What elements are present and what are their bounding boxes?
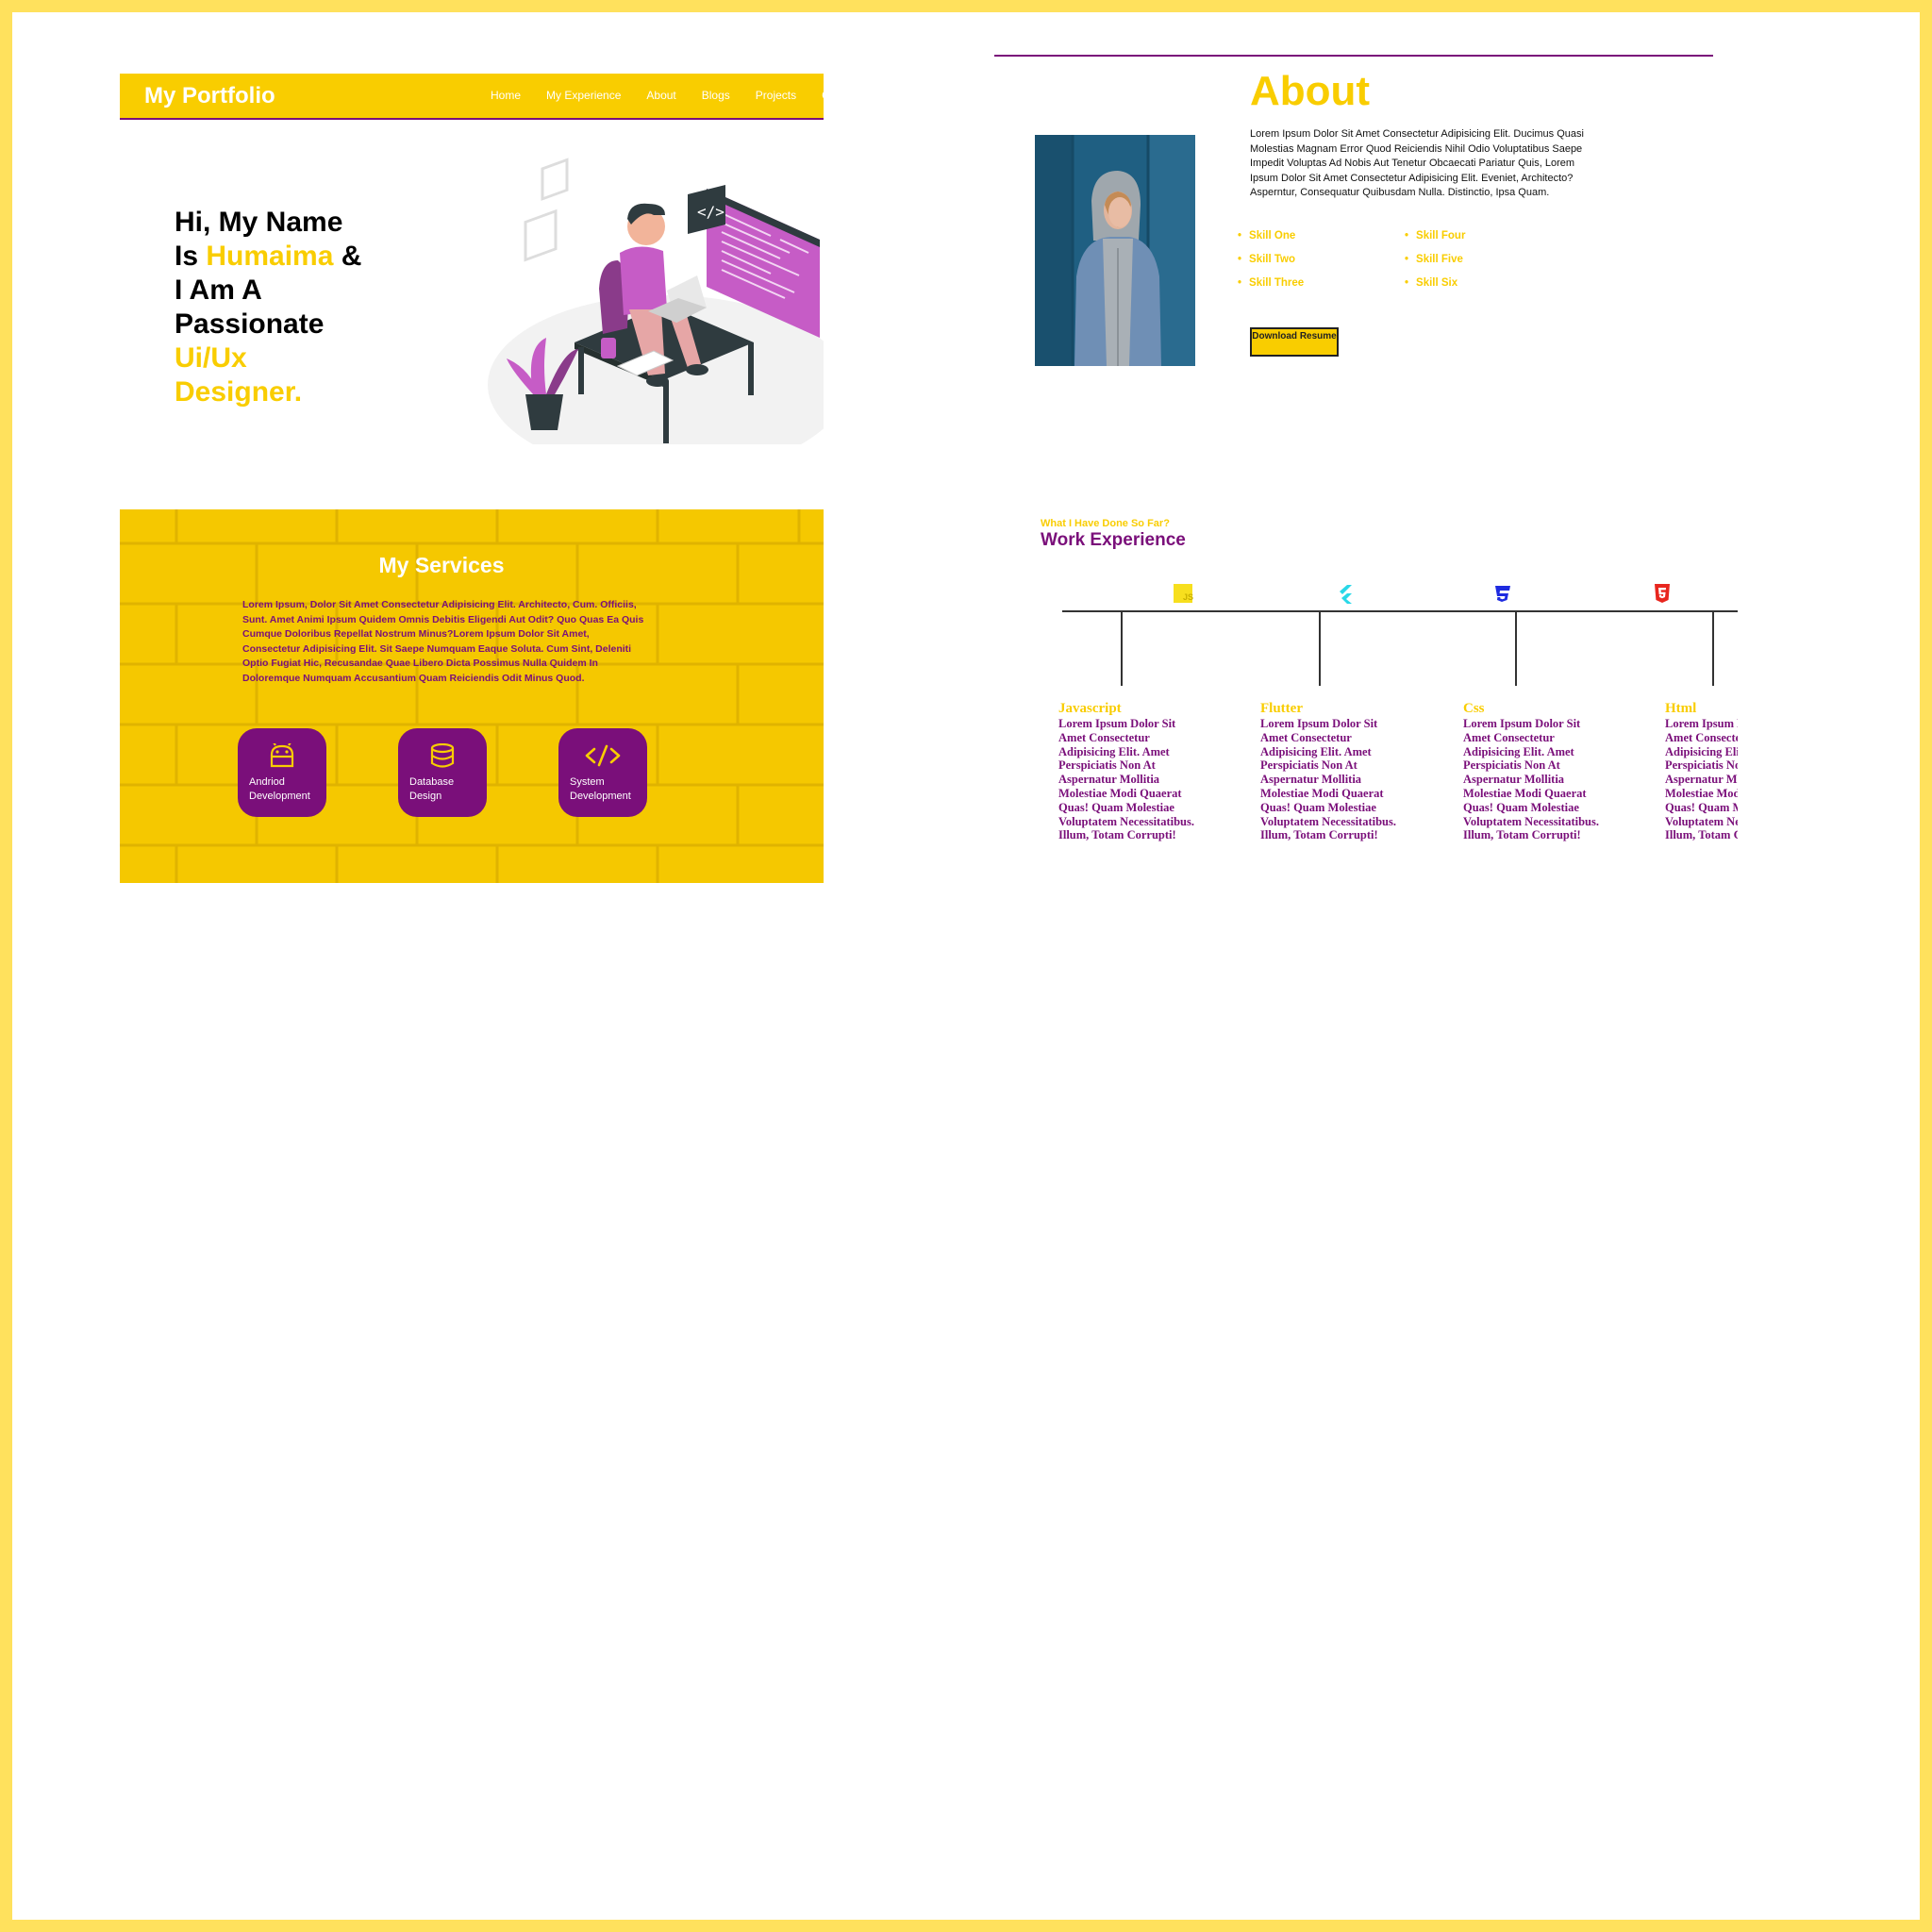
- nav-blogs[interactable]: Blogs: [702, 89, 730, 102]
- nav-contact[interactable]: Co: [822, 89, 824, 102]
- navbar: My Portfolio Home My Experience About Bl…: [120, 74, 824, 120]
- timeline-line: [1062, 610, 1738, 612]
- logo[interactable]: My Portfolio: [144, 83, 275, 109]
- services-panel: My Services Lorem Ipsum, Dolor Sit Amet …: [120, 509, 824, 883]
- work-title: Work Experience: [1041, 530, 1186, 550]
- experience-item-javascript: Javascript Lorem Ipsum Dolor Sit Amet Co…: [1058, 700, 1200, 843]
- timeline-connector: [1121, 612, 1123, 686]
- hero-heading: Hi, My Name Is Humaima & I Am A Passiona…: [175, 206, 439, 409]
- skill-item: Skill One: [1238, 230, 1295, 242]
- about-panel: About Lorem Ipsum Dolor Sit Amet Consect…: [994, 55, 1713, 394]
- skill-item: Skill Four: [1405, 230, 1465, 242]
- hero-role-2: Designer.: [175, 376, 303, 408]
- work-subtitle: What I Have Done So Far?: [1041, 518, 1170, 529]
- css3-icon: [1495, 586, 1510, 602]
- code-icon: [585, 744, 621, 767]
- service-card-system[interactable]: System Development: [558, 728, 647, 817]
- timeline-connector: [1515, 612, 1517, 686]
- android-icon: [270, 743, 294, 768]
- svg-text:</>: </>: [697, 203, 724, 221]
- hero-line-2-suffix: &: [333, 241, 362, 272]
- experience-text: Lorem Ipsum Dolor Sit Amet Consectetur A…: [1463, 717, 1599, 842]
- hero-line-2-prefix: Is: [175, 241, 207, 272]
- experience-title: Html: [1665, 701, 1697, 716]
- hero-line-2: Is Humaima &: [175, 240, 439, 274]
- svg-text:JS: JS: [1183, 592, 1193, 602]
- nav-home[interactable]: Home: [491, 89, 521, 102]
- skill-item: Skill Three: [1238, 277, 1304, 289]
- nav-my-experience[interactable]: My Experience: [546, 89, 621, 102]
- hero-name: Humaima: [206, 241, 334, 272]
- services-title: My Services: [378, 553, 505, 577]
- experience-item-css: Css Lorem Ipsum Dolor Sit Amet Consectet…: [1463, 700, 1605, 843]
- nav-links: Home My Experience About Blogs Projects …: [491, 89, 824, 102]
- download-resume-button[interactable]: Download Resume: [1250, 327, 1339, 357]
- service-card-android[interactable]: Andriod Development: [238, 728, 326, 817]
- experience-text: Lorem Ipsum Dolor Sit Amet Consectetur A…: [1665, 717, 1738, 842]
- timeline-connector: [1712, 612, 1714, 686]
- service-label: Andriod Development: [249, 776, 310, 802]
- js-icon: JS: [1174, 584, 1193, 603]
- about-title: About: [1250, 68, 1371, 114]
- experience-item-html: Html Lorem Ipsum Dolor Sit Amet Consecte…: [1665, 700, 1738, 843]
- experience-title: Javascript: [1058, 701, 1122, 716]
- section-divider: [994, 55, 1713, 57]
- developer-illustration: </>: [488, 158, 824, 444]
- experience-text: Lorem Ipsum Dolor Sit Amet Consectetur A…: [1058, 717, 1194, 842]
- hero-line-3: I Am A: [175, 275, 262, 306]
- timeline-connector: [1319, 612, 1321, 686]
- hero-panel: My Portfolio Home My Experience About Bl…: [120, 74, 824, 444]
- database-icon: [430, 743, 455, 768]
- hero-line-1: Hi, My Name: [175, 207, 343, 238]
- html5-icon: [1655, 584, 1670, 603]
- service-label: Database Design: [409, 776, 455, 802]
- service-label: System Development: [570, 776, 631, 802]
- profile-photo: [1035, 135, 1195, 366]
- nav-about[interactable]: About: [646, 89, 675, 102]
- experience-title: Css: [1463, 701, 1485, 716]
- experience-item-flutter: Flutter Lorem Ipsum Dolor Sit Amet Conse…: [1260, 700, 1402, 843]
- experience-title: Flutter: [1260, 701, 1303, 716]
- skill-item: Skill Five: [1405, 254, 1463, 265]
- hero-line-4: Passionate: [175, 308, 325, 340]
- service-card-database[interactable]: Database Design: [398, 728, 487, 817]
- hero-role-1: Ui/Ux: [175, 342, 247, 374]
- work-panel: What I Have Done So Far? Work Experience…: [1038, 514, 1738, 854]
- about-description: Lorem Ipsum Dolor Sit Amet Consectetur A…: [1250, 128, 1584, 198]
- services-description: Lorem Ipsum, Dolor Sit Amet Consectetur …: [242, 599, 644, 684]
- skill-item: Skill Six: [1405, 277, 1457, 289]
- flutter-icon: [1340, 585, 1352, 604]
- skill-item: Skill Two: [1238, 254, 1295, 265]
- experience-text: Lorem Ipsum Dolor Sit Amet Consectetur A…: [1260, 717, 1396, 842]
- nav-projects[interactable]: Projects: [756, 89, 796, 102]
